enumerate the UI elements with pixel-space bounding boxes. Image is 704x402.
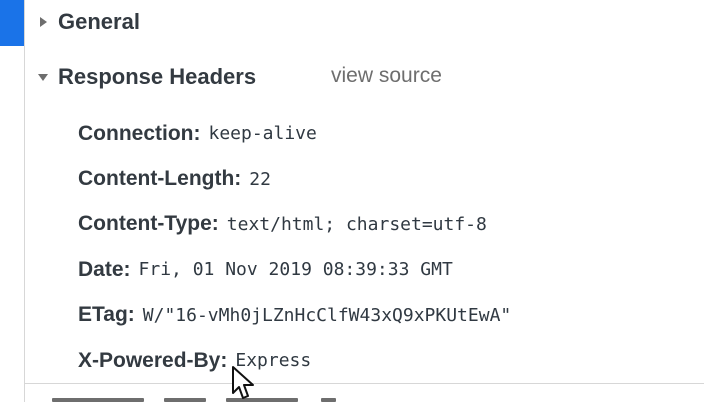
response-headers-section-title: Response Headers	[58, 64, 257, 89]
triangle-right-icon	[38, 16, 50, 28]
general-section-title: General	[58, 9, 140, 34]
header-row-content-type: Content-Type: text/html; charset=utf-8	[78, 202, 688, 247]
next-section-text-fragment	[164, 398, 206, 402]
general-section-header[interactable]: General	[38, 7, 140, 37]
section-divider-horizontal	[25, 383, 704, 384]
next-section-header-clipped	[52, 391, 352, 402]
response-headers-section-header[interactable]: Response Headers	[38, 62, 256, 92]
header-value: text/html; charset=utf-8	[226, 213, 487, 235]
header-value: W/"16-vMh0jLZnHcClfW43xQ9xPKUtEwA"	[142, 304, 512, 326]
header-name: Content-Type:	[78, 212, 219, 236]
header-row-x-powered-by: X-Powered-By: Express	[78, 338, 688, 383]
header-row-date: Date: Fri, 01 Nov 2019 08:39:33 GMT	[78, 247, 688, 292]
selected-request-marker	[0, 0, 24, 46]
view-source-link[interactable]: view source	[331, 64, 442, 88]
header-name: Connection:	[78, 121, 201, 145]
header-name: X-Powered-By:	[78, 348, 228, 372]
triangle-down-icon	[38, 71, 50, 83]
panel-divider-vertical	[24, 0, 25, 402]
response-headers-list: Connection: keep-alive Content-Length: 2…	[78, 111, 688, 383]
header-row-connection: Connection: keep-alive	[78, 111, 688, 156]
header-name: ETag:	[78, 303, 135, 327]
next-section-text-fragment	[52, 398, 144, 402]
header-name: Date:	[78, 257, 131, 281]
header-value: Fri, 01 Nov 2019 08:39:33 GMT	[138, 259, 453, 281]
header-name: Content-Length:	[78, 167, 242, 191]
header-row-content-length: Content-Length: 22	[78, 156, 688, 201]
mouse-pointer-icon	[232, 366, 254, 399]
header-row-etag: ETag: W/"16-vMh0jLZnHcClfW43xQ9xPKUtEwA"	[78, 293, 688, 338]
header-value: keep-alive	[208, 123, 317, 145]
next-section-text-fragment	[321, 398, 336, 402]
header-value: 22	[249, 168, 271, 190]
